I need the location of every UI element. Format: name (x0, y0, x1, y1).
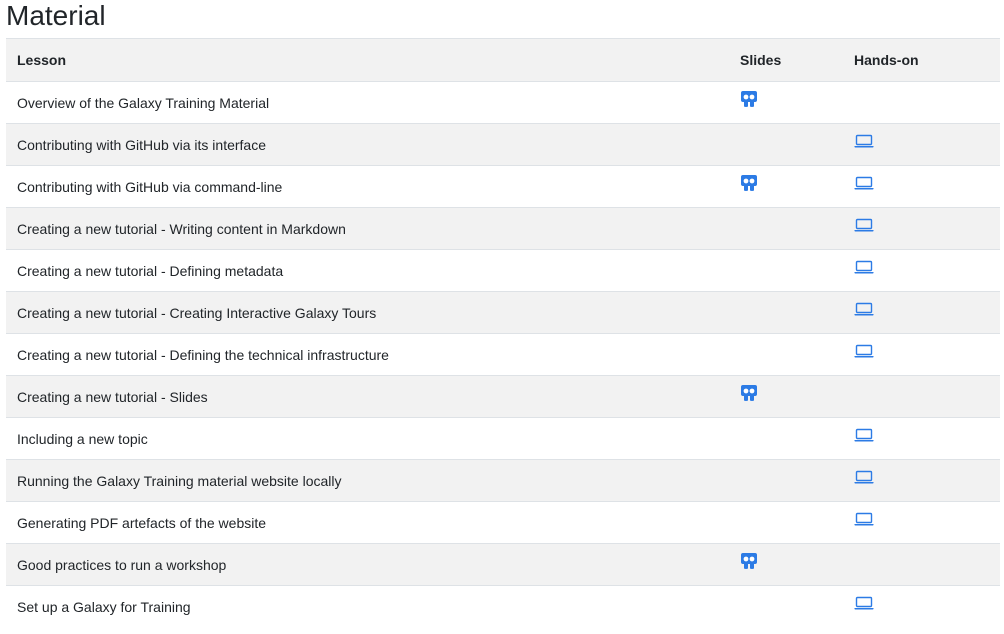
slides-cell (730, 585, 842, 628)
hands-on-cell (842, 249, 1000, 292)
laptop-icon (854, 134, 874, 148)
lesson-title: Creating a new tutorial - Slides (6, 375, 730, 418)
laptop-icon (854, 428, 874, 442)
hands-on-link[interactable] (854, 428, 874, 444)
lesson-title: Creating a new tutorial - Defining the t… (6, 333, 730, 376)
hands-on-link[interactable] (854, 176, 874, 192)
table-row: Set up a Galaxy for Training (6, 585, 1000, 628)
slides-cell (730, 123, 842, 166)
hands-on-cell (842, 501, 1000, 544)
laptop-icon (854, 260, 874, 274)
lesson-title: Creating a new tutorial - Creating Inter… (6, 291, 730, 334)
slides-cell (730, 501, 842, 544)
laptop-icon (854, 597, 874, 610)
slideshare-icon (741, 385, 757, 401)
table-row: Creating a new tutorial - Defining the t… (6, 333, 1000, 376)
hands-on-cell (842, 417, 1000, 460)
hands-on-cell (842, 123, 1000, 166)
hands-on-link[interactable] (854, 134, 874, 150)
table-row: Including a new topic (6, 417, 1000, 460)
lesson-title: Contributing with GitHub via its interfa… (6, 123, 730, 166)
hands-on-link[interactable] (854, 218, 874, 234)
lesson-title: Set up a Galaxy for Training (6, 585, 730, 628)
table-row: Creating a new tutorial - Writing conten… (6, 207, 1000, 250)
lesson-title: Creating a new tutorial - Defining metad… (6, 249, 730, 292)
table-row: Creating a new tutorial - Slides (6, 375, 1000, 418)
hands-on-link[interactable] (854, 597, 874, 612)
hands-on-link[interactable] (854, 344, 874, 360)
laptop-icon (854, 344, 874, 358)
slides-cell (730, 207, 842, 250)
hands-on-link[interactable] (854, 302, 874, 318)
table-row: Running the Galaxy Training material web… (6, 459, 1000, 502)
lesson-title: Overview of the Galaxy Training Material (6, 81, 730, 124)
laptop-icon (854, 470, 874, 484)
hands-on-cell (842, 165, 1000, 208)
table-header-row: Lesson Slides Hands-on (6, 38, 1000, 82)
slides-cell (730, 459, 842, 502)
table-row: Creating a new tutorial - Creating Inter… (6, 291, 1000, 334)
slides-link[interactable] (740, 385, 758, 404)
table-row: Creating a new tutorial - Defining metad… (6, 249, 1000, 292)
lesson-title: Including a new topic (6, 417, 730, 460)
slides-cell (730, 543, 842, 586)
slides-cell (730, 417, 842, 460)
slides-cell (730, 291, 842, 334)
header-hands-on: Hands-on (842, 38, 1000, 82)
slides-cell (730, 249, 842, 292)
table-row: Contributing with GitHub via its interfa… (6, 123, 1000, 166)
table-header: Lesson Slides Hands-on (6, 38, 1000, 82)
lesson-title: Running the Galaxy Training material web… (6, 459, 730, 502)
table-body: Overview of the Galaxy Training Material… (6, 81, 1000, 628)
slides-link[interactable] (740, 553, 758, 572)
slides-cell (730, 81, 842, 124)
header-slides: Slides (730, 38, 842, 82)
page-title: Material (6, 0, 106, 31)
header-lesson: Lesson (6, 38, 730, 82)
slides-cell (730, 165, 842, 208)
laptop-icon (854, 512, 874, 526)
slides-cell (730, 333, 842, 376)
hands-on-cell (842, 543, 1000, 586)
hands-on-cell (842, 207, 1000, 250)
slideshare-icon (741, 175, 757, 191)
lesson-title: Good practices to run a workshop (6, 543, 730, 586)
hands-on-cell (842, 291, 1000, 334)
hands-on-link[interactable] (854, 260, 874, 276)
table-row: Good practices to run a workshop (6, 543, 1000, 586)
laptop-icon (854, 176, 874, 190)
hands-on-cell (842, 333, 1000, 376)
material-table: Lesson Slides Hands-on Overview of the G… (6, 38, 1000, 628)
lesson-title: Contributing with GitHub via command-lin… (6, 165, 730, 208)
hands-on-cell (842, 459, 1000, 502)
laptop-icon (854, 302, 874, 316)
hands-on-link[interactable] (854, 470, 874, 486)
hands-on-cell (842, 585, 1000, 628)
table-row: Contributing with GitHub via command-lin… (6, 165, 1000, 208)
laptop-icon (854, 218, 874, 232)
slides-link[interactable] (740, 175, 758, 194)
slides-link[interactable] (740, 91, 758, 110)
lesson-title: Creating a new tutorial - Writing conten… (6, 207, 730, 250)
hands-on-cell (842, 81, 1000, 124)
slideshare-icon (741, 553, 757, 569)
hands-on-cell (842, 375, 1000, 418)
slideshare-icon (741, 91, 757, 107)
table-row: Overview of the Galaxy Training Material (6, 81, 1000, 124)
material-page: Material Lesson Slides Hands-on Overview… (0, 0, 1004, 634)
lesson-title: Generating PDF artefacts of the website (6, 501, 730, 544)
hands-on-link[interactable] (854, 512, 874, 528)
table-row: Generating PDF artefacts of the website (6, 501, 1000, 544)
slides-cell (730, 375, 842, 418)
